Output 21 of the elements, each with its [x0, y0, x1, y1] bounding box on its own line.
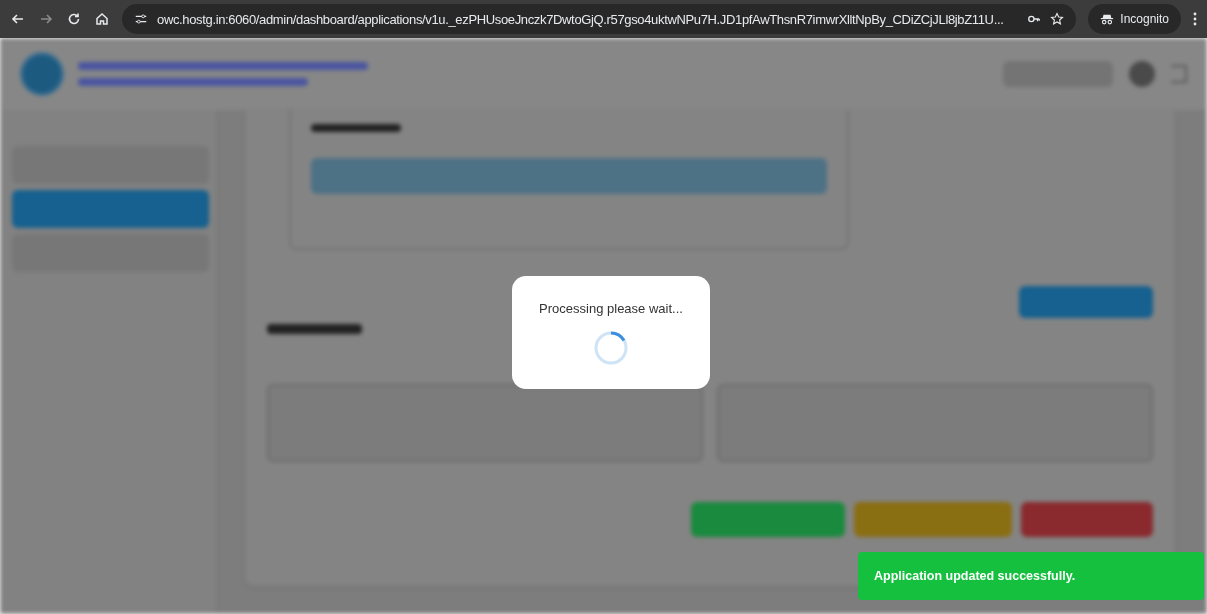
blurred-text-area[interactable]	[267, 384, 703, 462]
toast-message: Application updated successfully.	[874, 569, 1076, 583]
blurred-action-button[interactable]	[854, 502, 1012, 537]
blurred-action-button[interactable]	[691, 502, 845, 537]
reload-icon[interactable]	[66, 11, 82, 27]
star-icon[interactable]	[1050, 12, 1065, 26]
blurred-add-button[interactable]	[1019, 286, 1153, 318]
processing-message: Processing please wait...	[539, 301, 683, 316]
incognito-badge[interactable]: Incognito	[1088, 4, 1181, 34]
incognito-icon	[1100, 12, 1115, 26]
loading-spinner-icon	[593, 330, 629, 366]
address-bar[interactable]: owc.hostg.in:6060/admin/dashboard/applications/v1u._ezPHUsoeJnczk7DwtoGjQ.r57gso4uktwNPu7H.JD1pfAwThsnR7imwrXlltNpBy_CDiZCjJLl8jbZ11U...	[122, 4, 1077, 34]
site-info-icon	[134, 12, 148, 26]
blurred-action-button[interactable]	[1021, 502, 1153, 537]
url-text: owc.hostg.in:6060/admin/dashboard/applications/v1u._ezPHUsoeJnczk7DwtoGjQ.r57gso4uktwNPu7H.JD1pfAwThsnR7imwrXlltNpBy_CDiZCjJLl8jbZ11U...	[157, 11, 1005, 27]
avatar-icon[interactable]	[1129, 61, 1155, 87]
menu-icon[interactable]	[1193, 11, 1197, 27]
logo-icon	[20, 52, 64, 96]
blurred-sidebar-item[interactable]	[12, 190, 209, 228]
blurred-upload-button[interactable]	[311, 158, 827, 194]
home-icon[interactable]	[94, 11, 110, 27]
